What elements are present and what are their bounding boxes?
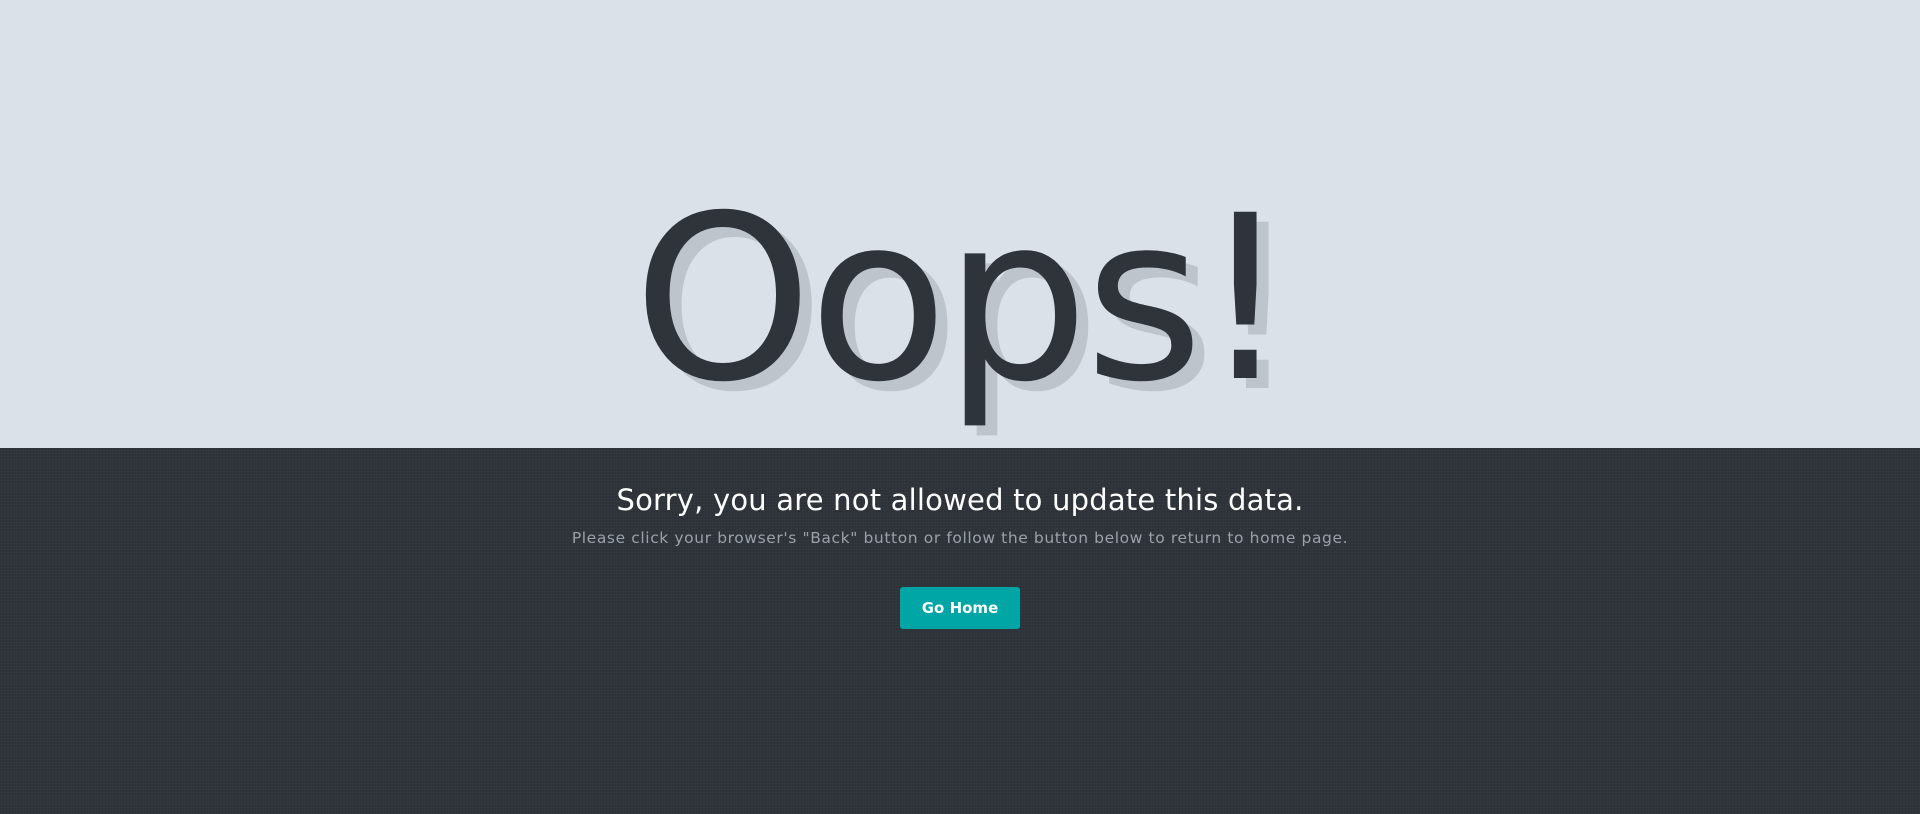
headline-container: Oops!	[0, 0, 1920, 448]
go-home-button[interactable]: Go Home	[900, 587, 1020, 629]
error-page: Oops! Sorry, you are not allowed to upda…	[0, 0, 1920, 814]
error-submessage: Please click your browser's "Back" butto…	[571, 529, 1349, 547]
error-headline: Oops!	[633, 166, 1291, 432]
error-message: Sorry, you are not allowed to update thi…	[616, 483, 1304, 517]
